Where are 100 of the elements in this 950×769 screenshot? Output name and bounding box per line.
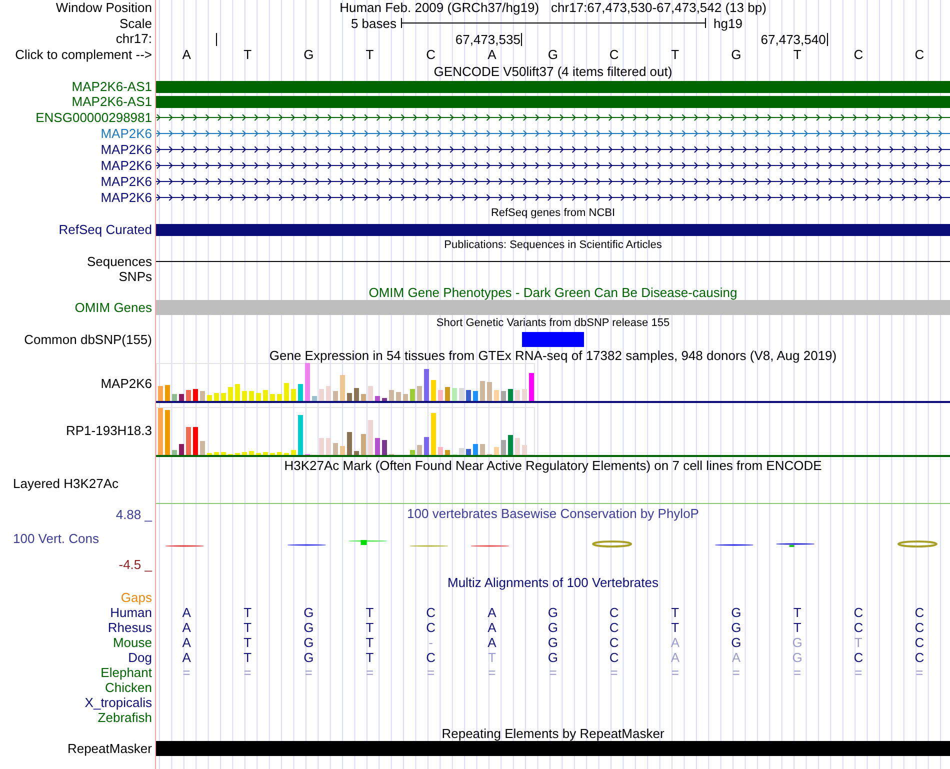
species-label: Elephant bbox=[100, 666, 152, 679]
expression-bar bbox=[221, 452, 226, 455]
expression-bar bbox=[340, 446, 345, 455]
expression-bar bbox=[305, 363, 310, 401]
expression-bar bbox=[200, 441, 205, 455]
aligned-base: T bbox=[244, 606, 252, 619]
expression-bar bbox=[473, 444, 478, 455]
expression-bar bbox=[319, 389, 324, 401]
aligned-base: G bbox=[548, 621, 558, 634]
base-letter[interactable]: T bbox=[793, 48, 802, 61]
ruler-label: 67,473,540 bbox=[760, 33, 828, 46]
base-letter[interactable]: C bbox=[609, 48, 619, 61]
base-letter[interactable]: C bbox=[914, 48, 924, 61]
base-letter[interactable]: G bbox=[304, 48, 314, 61]
aligned-base: C bbox=[854, 621, 864, 634]
track-label: RefSeq Curated bbox=[58, 223, 152, 236]
expression-bar bbox=[326, 438, 331, 455]
expression-bar bbox=[354, 388, 359, 401]
expression-bar bbox=[186, 427, 191, 455]
aligned-base: G bbox=[548, 636, 558, 649]
expression-bar bbox=[228, 387, 233, 401]
base-letter[interactable]: G bbox=[731, 48, 742, 61]
aligned-base: A bbox=[182, 621, 191, 634]
expression-bar bbox=[459, 388, 464, 401]
aligned-base: G bbox=[304, 651, 314, 664]
expression-bar bbox=[200, 391, 205, 401]
track-label: MAP2K6-AS1 bbox=[72, 95, 152, 108]
expression-bar bbox=[515, 438, 520, 455]
base-letter[interactable]: T bbox=[366, 48, 374, 61]
expression-bar bbox=[214, 393, 219, 401]
conservation-mark bbox=[165, 545, 204, 547]
base-letter[interactable]: T bbox=[671, 48, 680, 61]
aligned-base: = bbox=[244, 666, 252, 679]
expression-bar bbox=[445, 450, 450, 455]
base-letter[interactable]: C bbox=[854, 48, 864, 61]
expression-bar bbox=[452, 388, 457, 401]
species-label: Mouse bbox=[112, 636, 152, 649]
aligned-base: C bbox=[609, 651, 619, 664]
conservation-mark bbox=[410, 545, 448, 547]
expression-bar bbox=[382, 440, 387, 455]
aligned-base: = bbox=[794, 666, 802, 679]
expression-bar bbox=[347, 432, 352, 455]
track-label: MAP2K6 bbox=[100, 142, 152, 156]
track-label: Common dbSNP(155) bbox=[24, 333, 152, 346]
base-letter[interactable]: A bbox=[182, 48, 191, 61]
axis-max-label: 4.88 _ bbox=[116, 508, 152, 522]
expression-bar bbox=[242, 452, 247, 455]
expression-bar bbox=[249, 451, 254, 455]
expression-bar bbox=[277, 394, 282, 401]
expression-bar bbox=[431, 413, 436, 455]
track-label: ENSG00000298981 bbox=[36, 110, 152, 124]
track-title: Gene Expression in 54 tissues from GTEx RNA-seq of 17382 samples, 948 donors (V8, Aug 2019) bbox=[268, 348, 838, 362]
aligned-base: = bbox=[427, 666, 435, 679]
track-label: OMIM Genes bbox=[74, 301, 152, 314]
expression-bar bbox=[487, 382, 492, 401]
conservation-mark bbox=[592, 540, 632, 548]
expression-bar bbox=[284, 383, 289, 401]
expression-bar bbox=[340, 375, 345, 401]
conservation-mark bbox=[897, 540, 938, 548]
conservation-mark bbox=[470, 545, 510, 547]
expression-bar bbox=[172, 394, 177, 401]
track-title: 100 vertebrates Basewise Conservation by PhyloP bbox=[407, 506, 699, 522]
aligned-base: C bbox=[426, 621, 436, 634]
aligned-base: C bbox=[914, 651, 924, 664]
aligned-base: A bbox=[732, 651, 741, 664]
expression-bar bbox=[501, 440, 506, 455]
position-range: chr17:67,473,530-67,473,542 (13 bp) bbox=[551, 1, 766, 14]
expression-bar bbox=[522, 445, 527, 455]
expression-bar bbox=[403, 394, 408, 401]
aligned-base: G bbox=[731, 606, 742, 619]
expression-bar bbox=[193, 427, 198, 455]
complement-link[interactable]: Click to complement --> bbox=[15, 48, 152, 61]
aligned-base: = bbox=[854, 666, 862, 679]
aligned-base: C bbox=[914, 636, 924, 649]
base-letter[interactable]: G bbox=[548, 48, 558, 61]
aligned-base: A bbox=[488, 621, 496, 634]
base-letter[interactable]: A bbox=[488, 48, 496, 61]
conservation-mark bbox=[287, 544, 326, 546]
expression-bar bbox=[333, 443, 338, 455]
expression-bar bbox=[312, 396, 317, 401]
scale-text: 5 bases bbox=[350, 16, 396, 30]
expression-bar bbox=[480, 381, 485, 401]
aligned-base: C bbox=[854, 606, 864, 619]
aligned-base: G bbox=[548, 651, 558, 664]
expression-bar bbox=[361, 394, 366, 401]
expression-bar bbox=[375, 438, 380, 455]
aligned-base: A bbox=[182, 606, 191, 619]
aligned-base: A bbox=[670, 651, 680, 664]
aligned-base: C bbox=[426, 651, 436, 664]
aligned-base: T bbox=[244, 636, 252, 649]
expression-bar bbox=[354, 451, 359, 455]
expression-bar bbox=[235, 384, 240, 401]
species-label: Zebrafish bbox=[98, 711, 152, 724]
base-letter[interactable]: T bbox=[244, 48, 252, 61]
expression-bar bbox=[242, 391, 247, 401]
expression-bar bbox=[382, 398, 387, 401]
base-letter[interactable]: C bbox=[426, 48, 436, 61]
species-label: Chicken bbox=[105, 681, 152, 694]
expression-bar bbox=[508, 435, 513, 455]
expression-bar bbox=[494, 447, 499, 455]
